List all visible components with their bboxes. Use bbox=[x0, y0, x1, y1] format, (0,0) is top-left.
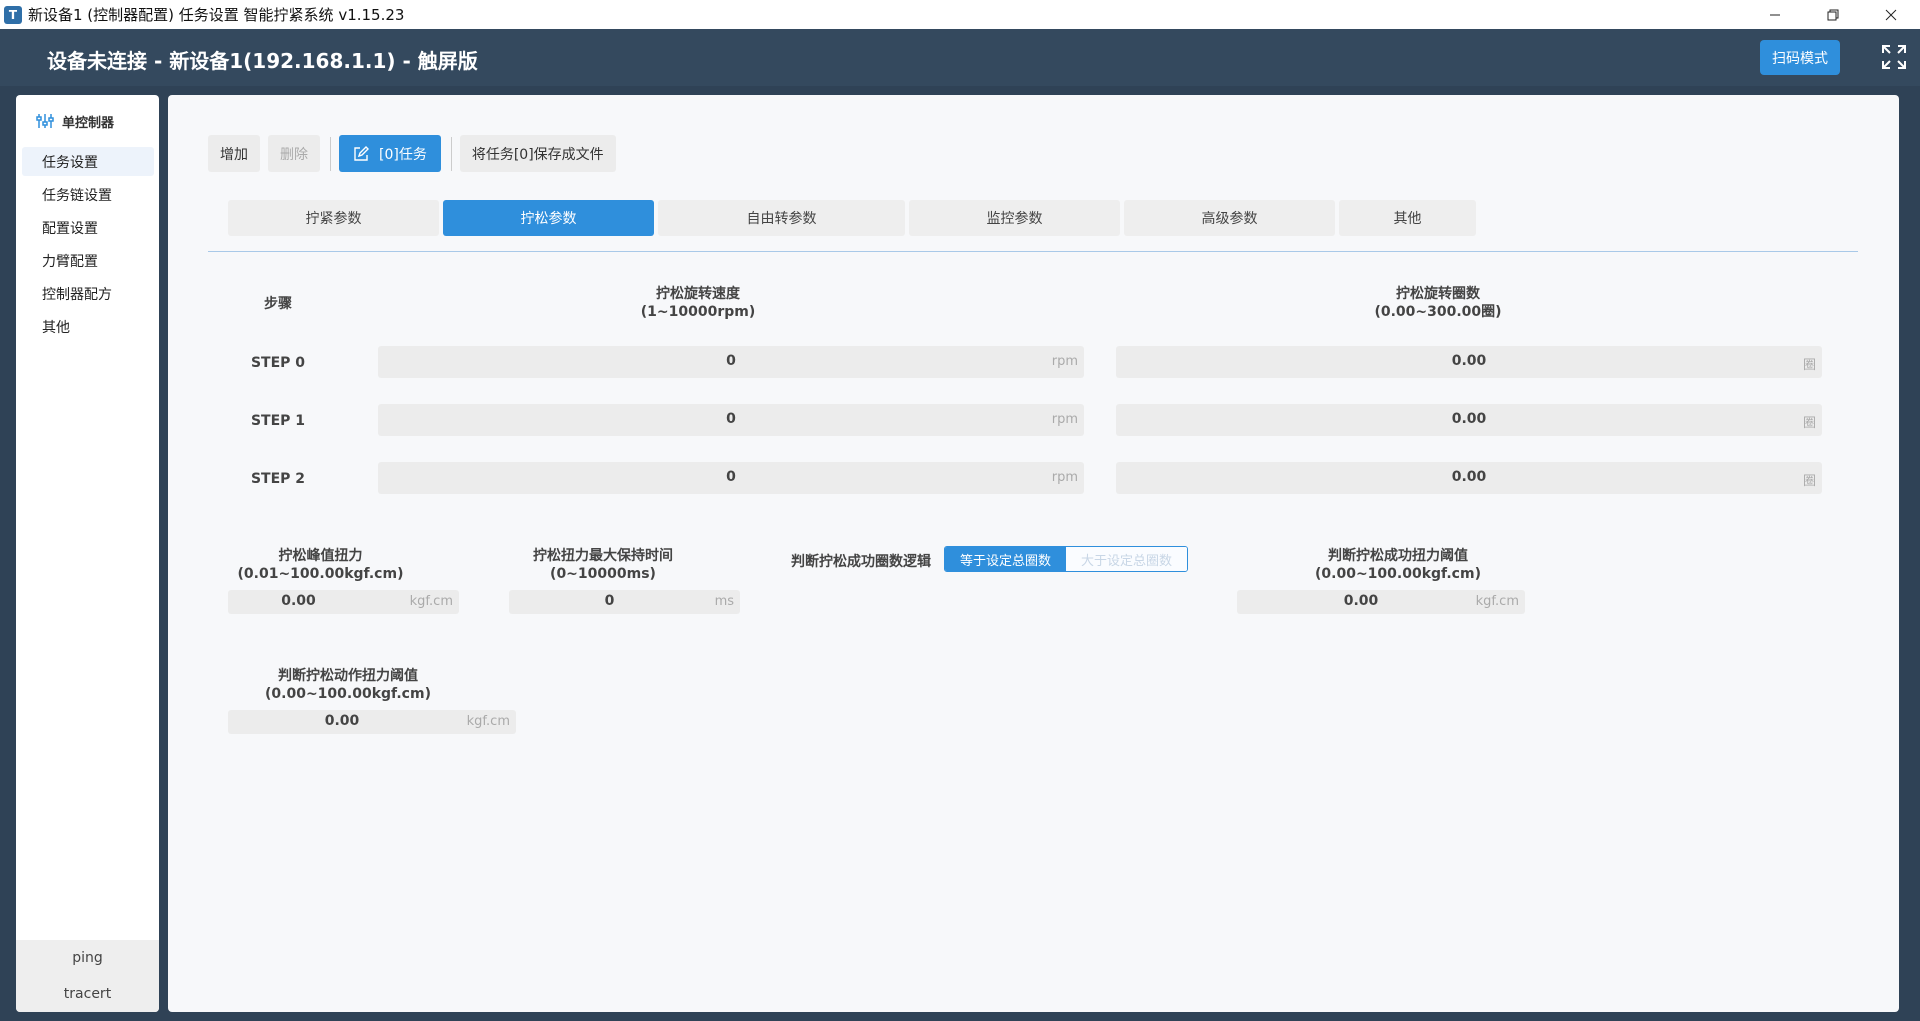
field-unit: rpm bbox=[1051, 412, 1078, 427]
col-header-turns: 拧松旋转圈数 (0.00~300.00圈) bbox=[1308, 285, 1568, 321]
step-label: STEP 2 bbox=[250, 471, 306, 487]
field-unit: kgf.cm bbox=[409, 594, 453, 609]
tab-monitor-params[interactable]: 监控参数 bbox=[909, 200, 1120, 236]
tracert-button[interactable]: tracert bbox=[16, 976, 159, 1012]
step2-speed-input[interactable]: 0 rpm bbox=[378, 462, 1084, 494]
hold-time-label: 拧松扭力最大保持时间 (0~10000ms) bbox=[498, 547, 708, 583]
option-greater-total-turns[interactable]: 大于设定总圈数 bbox=[1066, 547, 1187, 571]
field-unit: kgf.cm bbox=[1475, 594, 1519, 609]
action-torque-label: 判断拧松动作扭力阈值 (0.00~100.00kgf.cm) bbox=[228, 667, 468, 703]
field-unit: rpm bbox=[1051, 470, 1078, 485]
success-torque-input[interactable]: 0.00 kgf.cm bbox=[1237, 590, 1525, 614]
sidebar-item-config[interactable]: 配置设置 bbox=[22, 213, 154, 242]
task-toolbar: 增加 删除 [0]任务 将任务[0]保存成文件 bbox=[208, 135, 624, 172]
sliders-icon bbox=[36, 114, 54, 128]
app-icon: T bbox=[4, 5, 22, 24]
tab-tighten-params[interactable]: 拧紧参数 bbox=[228, 200, 439, 236]
toolbar-divider bbox=[450, 136, 452, 171]
param-tabs: 拧紧参数 拧松参数 自由转参数 监控参数 高级参数 其他 bbox=[228, 200, 1480, 236]
field-value: 0.00 bbox=[281, 593, 316, 609]
sidebar-heading-label: 单控制器 bbox=[62, 115, 115, 131]
sidebar-item-task-settings[interactable]: 任务设置 bbox=[22, 147, 154, 176]
fullscreen-icon[interactable] bbox=[1880, 43, 1908, 71]
field-value: 0.00 bbox=[1451, 469, 1487, 485]
peak-torque-input[interactable]: 0.00 kgf.cm bbox=[228, 590, 459, 614]
window-title: 新设备1 (控制器配置) 任务设置 智能拧紧系统 v1.15.23 bbox=[28, 6, 405, 24]
field-unit: 圈 bbox=[1802, 358, 1816, 373]
field-value: 0 bbox=[726, 411, 736, 427]
success-torque-range: (0.00~100.00kgf.cm) bbox=[1315, 566, 1481, 582]
add-button[interactable]: 增加 bbox=[208, 135, 260, 172]
action-torque-title: 判断拧松动作扭力阈值 bbox=[278, 668, 418, 684]
action-torque-input[interactable]: 0.00 kgf.cm bbox=[228, 710, 516, 734]
field-unit: rpm bbox=[1051, 354, 1078, 369]
field-unit: 圈 bbox=[1802, 474, 1816, 489]
field-value: 0 bbox=[604, 593, 615, 609]
sidebar: 单控制器 任务设置 任务链设置 配置设置 力臂配置 控制器配方 其他 ping … bbox=[16, 95, 159, 1012]
main-panel: 增加 删除 [0]任务 将任务[0]保存成文件 拧紧参数 拧松参数 自由转参数 … bbox=[168, 95, 1899, 1012]
hold-time-input[interactable]: 0 ms bbox=[509, 590, 740, 614]
tab-advanced-params[interactable]: 高级参数 bbox=[1124, 200, 1335, 236]
delete-button[interactable]: 删除 bbox=[268, 135, 320, 172]
close-icon[interactable] bbox=[1862, 0, 1920, 29]
field-value: 0.00 bbox=[324, 713, 360, 729]
step-label: STEP 0 bbox=[250, 355, 306, 371]
field-value: 0.00 bbox=[1451, 353, 1487, 369]
peak-torque-range: (0.01~100.00kgf.cm) bbox=[237, 566, 404, 582]
field-unit: ms bbox=[714, 594, 734, 609]
sidebar-item-arm-config[interactable]: 力臂配置 bbox=[22, 246, 154, 275]
minimize-icon[interactable] bbox=[1746, 0, 1804, 29]
hold-time-range: (0~10000ms) bbox=[550, 566, 656, 582]
save-task-file-button[interactable]: 将任务[0]保存成文件 bbox=[459, 135, 616, 172]
step0-speed-input[interactable]: 0 rpm bbox=[378, 346, 1084, 378]
col-header-step: 步骤 bbox=[264, 296, 292, 312]
task-button[interactable]: [0]任务 bbox=[339, 135, 441, 172]
peak-torque-title: 拧松峰值扭力 bbox=[278, 548, 363, 564]
sidebar-item-other[interactable]: 其他 bbox=[22, 312, 154, 341]
step0-turns-input[interactable]: 0.00 圈 bbox=[1116, 346, 1822, 378]
col-header-turns-label: 拧松旋转圈数 bbox=[1396, 286, 1480, 302]
field-unit: kgf.cm bbox=[466, 714, 510, 729]
tab-free-rotation-params[interactable]: 自由转参数 bbox=[658, 200, 905, 236]
step2-turns-input[interactable]: 0.00 圈 bbox=[1116, 462, 1822, 494]
col-header-speed-range: (1~10000rpm) bbox=[640, 304, 756, 320]
page-title: 设备未连接 - 新设备1(192.168.1.1) - 触屏版 bbox=[47, 49, 478, 73]
field-unit: 圈 bbox=[1802, 416, 1816, 431]
step-label: STEP 1 bbox=[250, 413, 306, 429]
restore-icon[interactable] bbox=[1804, 0, 1862, 29]
success-torque-title: 判断拧松成功扭力阈值 bbox=[1328, 548, 1468, 564]
option-equal-total-turns[interactable]: 等于设定总圈数 bbox=[945, 547, 1066, 571]
app-header: 设备未连接 - 新设备1(192.168.1.1) - 触屏版 扫码模式 bbox=[0, 29, 1920, 86]
field-value: 0 bbox=[726, 353, 736, 369]
col-header-speed-label: 拧松旋转速度 bbox=[656, 286, 740, 302]
field-value: 0 bbox=[726, 469, 736, 485]
edit-icon bbox=[354, 145, 369, 161]
ping-button[interactable]: ping bbox=[16, 940, 159, 976]
col-header-turns-range: (0.00~300.00圈) bbox=[1374, 304, 1502, 320]
col-header-speed: 拧松旋转速度 (1~10000rpm) bbox=[578, 285, 818, 321]
tab-other[interactable]: 其他 bbox=[1339, 200, 1476, 236]
action-torque-range: (0.00~100.00kgf.cm) bbox=[265, 686, 431, 702]
window-titlebar: T 新设备1 (控制器配置) 任务设置 智能拧紧系统 v1.15.23 bbox=[0, 0, 1920, 29]
tab-loosen-params[interactable]: 拧松参数 bbox=[443, 200, 654, 236]
hold-time-title: 拧松扭力最大保持时间 bbox=[533, 548, 673, 564]
sidebar-item-task-chain[interactable]: 任务链设置 bbox=[22, 180, 154, 209]
peak-torque-label: 拧松峰值扭力 (0.01~100.00kgf.cm) bbox=[208, 547, 433, 583]
sidebar-footer: ping tracert bbox=[16, 940, 159, 1012]
tabs-divider bbox=[208, 251, 1858, 252]
task-button-label: [0]任务 bbox=[379, 146, 427, 163]
step1-turns-input[interactable]: 0.00 圈 bbox=[1116, 404, 1822, 436]
success-torque-label: 判断拧松成功扭力阈值 (0.00~100.00kgf.cm) bbox=[1278, 547, 1518, 583]
sidebar-item-controller-recipe[interactable]: 控制器配方 bbox=[22, 279, 154, 308]
scan-mode-button[interactable]: 扫码模式 bbox=[1760, 40, 1840, 75]
success-logic-toggle: 等于设定总圈数 大于设定总圈数 bbox=[944, 546, 1188, 572]
field-value: 0.00 bbox=[1343, 593, 1379, 609]
field-value: 0.00 bbox=[1451, 411, 1487, 427]
success-logic-label: 判断拧松成功圈数逻辑 bbox=[791, 554, 931, 570]
step1-speed-input[interactable]: 0 rpm bbox=[378, 404, 1084, 436]
sidebar-heading: 单控制器 bbox=[36, 111, 114, 131]
toolbar-divider bbox=[330, 136, 331, 171]
